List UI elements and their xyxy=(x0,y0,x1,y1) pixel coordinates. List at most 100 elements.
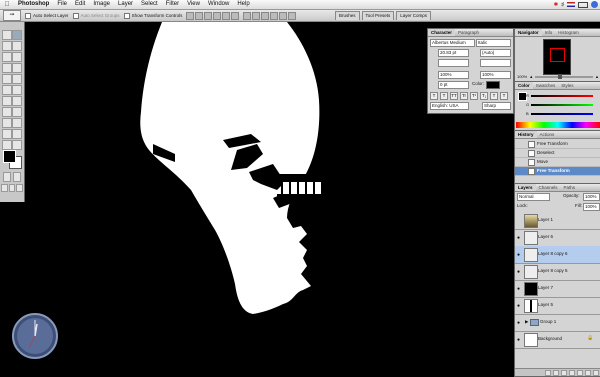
align-middle-icon[interactable] xyxy=(195,11,204,20)
eye-icon[interactable]: ● xyxy=(517,252,520,258)
leading-field[interactable]: (Auto) xyxy=(480,49,511,57)
menu-help[interactable]: Help xyxy=(233,0,253,9)
zoom-in-icon[interactable]: ▲ xyxy=(595,74,599,79)
volume-icon[interactable]: ♯ xyxy=(561,2,564,8)
eye-icon[interactable]: ● xyxy=(517,269,520,275)
menu-edit[interactable]: Edit xyxy=(71,0,89,9)
small-caps-button[interactable]: Tr xyxy=(460,92,468,100)
brush-tool-icon[interactable] xyxy=(12,63,22,73)
align-right-icon[interactable] xyxy=(231,11,240,20)
distribute-right-icon[interactable] xyxy=(288,11,297,20)
auto-select-groups-checkbox[interactable]: Auto Select Groups xyxy=(72,12,120,19)
tab-layer-comps[interactable]: Layer Comps xyxy=(396,11,432,20)
tab-swatches[interactable]: Swatches xyxy=(533,82,559,89)
show-transform-controls-checkbox[interactable]: Show Transform Controls xyxy=(123,12,182,19)
tab-histogram[interactable]: Histogram xyxy=(555,29,582,36)
eraser-tool-icon[interactable] xyxy=(2,85,12,95)
eye-icon[interactable]: ● xyxy=(517,337,520,343)
font-size-field[interactable]: 20.83 pt xyxy=(438,49,469,57)
document-canvas[interactable] xyxy=(25,22,425,375)
all-caps-button[interactable]: TT xyxy=(450,92,458,100)
notes-tool-icon[interactable] xyxy=(2,129,12,139)
text-color-swatch[interactable] xyxy=(486,81,500,89)
type-tool-icon[interactable] xyxy=(12,107,22,117)
tab-paragraph[interactable]: Paragraph xyxy=(455,29,482,36)
zoom-out-icon[interactable]: ▲ xyxy=(529,74,533,79)
history-state[interactable]: Move xyxy=(515,158,600,167)
eye-icon[interactable]: ● xyxy=(517,320,520,326)
move-tool-icon[interactable]: ➙ xyxy=(3,10,21,21)
layer-row[interactable]: ● Layer 5 xyxy=(515,297,600,315)
distribute-top-icon[interactable] xyxy=(243,11,252,20)
layer-row[interactable]: ● Layer 7 xyxy=(515,280,600,298)
superscript-button[interactable]: T¹ xyxy=(470,92,478,100)
menu-image[interactable]: Image xyxy=(89,0,114,9)
move-tool-icon[interactable] xyxy=(12,30,22,40)
tab-character[interactable]: Character xyxy=(428,29,456,36)
align-center-icon[interactable] xyxy=(222,11,231,20)
zoom-tool-icon[interactable] xyxy=(12,140,22,150)
magic-wand-tool-icon[interactable] xyxy=(12,41,22,51)
pen-tool-icon[interactable] xyxy=(2,118,12,128)
distribute-bottom-icon[interactable] xyxy=(261,11,270,20)
screen-mode-full-menu-icon[interactable] xyxy=(8,184,16,192)
checkbox-box[interactable] xyxy=(123,12,130,19)
red-slider[interactable]: R xyxy=(526,93,593,98)
path-selection-tool-icon[interactable] xyxy=(2,107,12,117)
menu-select[interactable]: Select xyxy=(137,0,162,9)
zoom-value[interactable]: 100% xyxy=(517,74,527,79)
standard-mode-icon[interactable] xyxy=(3,172,11,182)
tracking-field[interactable] xyxy=(480,59,511,67)
font-family-select[interactable]: Albertus Medium xyxy=(430,39,475,47)
screen-mode-standard-icon[interactable] xyxy=(1,184,8,192)
auto-select-layer-checkbox[interactable]: Auto Select Layer xyxy=(25,12,69,19)
zoom-slider[interactable] xyxy=(535,73,594,79)
layer-row[interactable]: Layer 1 xyxy=(515,212,600,230)
eye-icon[interactable]: ● xyxy=(517,235,520,241)
lasso-tool-icon[interactable] xyxy=(2,41,12,51)
history-state-selected[interactable]: Free Transform xyxy=(515,167,600,176)
tab-color[interactable]: Color xyxy=(515,82,533,89)
language-select[interactable]: English: USA xyxy=(430,102,469,110)
green-slider[interactable]: G xyxy=(526,102,593,107)
tab-layers[interactable]: Layers xyxy=(515,184,536,191)
kerning-field[interactable] xyxy=(438,59,469,67)
blur-tool-icon[interactable] xyxy=(2,96,12,106)
distribute-center-icon[interactable] xyxy=(279,11,288,20)
distribute-middle-icon[interactable] xyxy=(252,11,261,20)
tab-paths[interactable]: Paths xyxy=(561,184,579,191)
baseline-shift-field[interactable]: 0 pt xyxy=(438,81,469,89)
blue-slider[interactable]: B xyxy=(526,111,593,116)
gradient-tool-icon[interactable] xyxy=(12,85,22,95)
clone-stamp-tool-icon[interactable] xyxy=(2,74,12,84)
antialias-select[interactable]: Sharp xyxy=(482,102,511,110)
layer-row[interactable]: ● Layer 8 copy 5 xyxy=(515,263,600,281)
color-swatches[interactable] xyxy=(3,150,22,169)
clock-widget[interactable] xyxy=(11,312,59,360)
align-top-icon[interactable] xyxy=(186,11,195,20)
layer-row[interactable]: ● Background 🔒 xyxy=(515,331,600,349)
strikethrough-button[interactable]: T xyxy=(500,92,508,100)
align-bottom-icon[interactable] xyxy=(204,11,213,20)
history-state[interactable]: Deselect xyxy=(515,149,600,158)
quick-mask-icon[interactable] xyxy=(13,172,21,182)
menu-layer[interactable]: Layer xyxy=(114,0,137,9)
history-brush-tool-icon[interactable] xyxy=(12,74,22,84)
checkbox-box[interactable] xyxy=(72,12,79,19)
healing-brush-tool-icon[interactable] xyxy=(2,63,12,73)
tab-navigator[interactable]: Navigator xyxy=(515,29,542,36)
marquee-tool-icon[interactable] xyxy=(2,30,12,40)
crop-tool-icon[interactable] xyxy=(2,52,12,62)
subscript-button[interactable]: T₁ xyxy=(480,92,488,100)
dodge-tool-icon[interactable] xyxy=(12,96,22,106)
horizontal-scale-field[interactable]: 100% xyxy=(480,71,511,79)
layer-group-row[interactable]: ● ▶ Group 1 xyxy=(515,314,600,332)
battery-icon[interactable] xyxy=(578,1,588,8)
zoom-slider-knob[interactable] xyxy=(558,73,563,79)
color-spectrum[interactable] xyxy=(516,122,600,128)
align-left-icon[interactable] xyxy=(213,11,222,20)
menu-window[interactable]: Window xyxy=(204,0,233,9)
faux-bold-button[interactable]: T xyxy=(430,92,438,100)
distribute-left-icon[interactable] xyxy=(270,11,279,20)
fill-field[interactable]: 100% xyxy=(583,203,600,211)
